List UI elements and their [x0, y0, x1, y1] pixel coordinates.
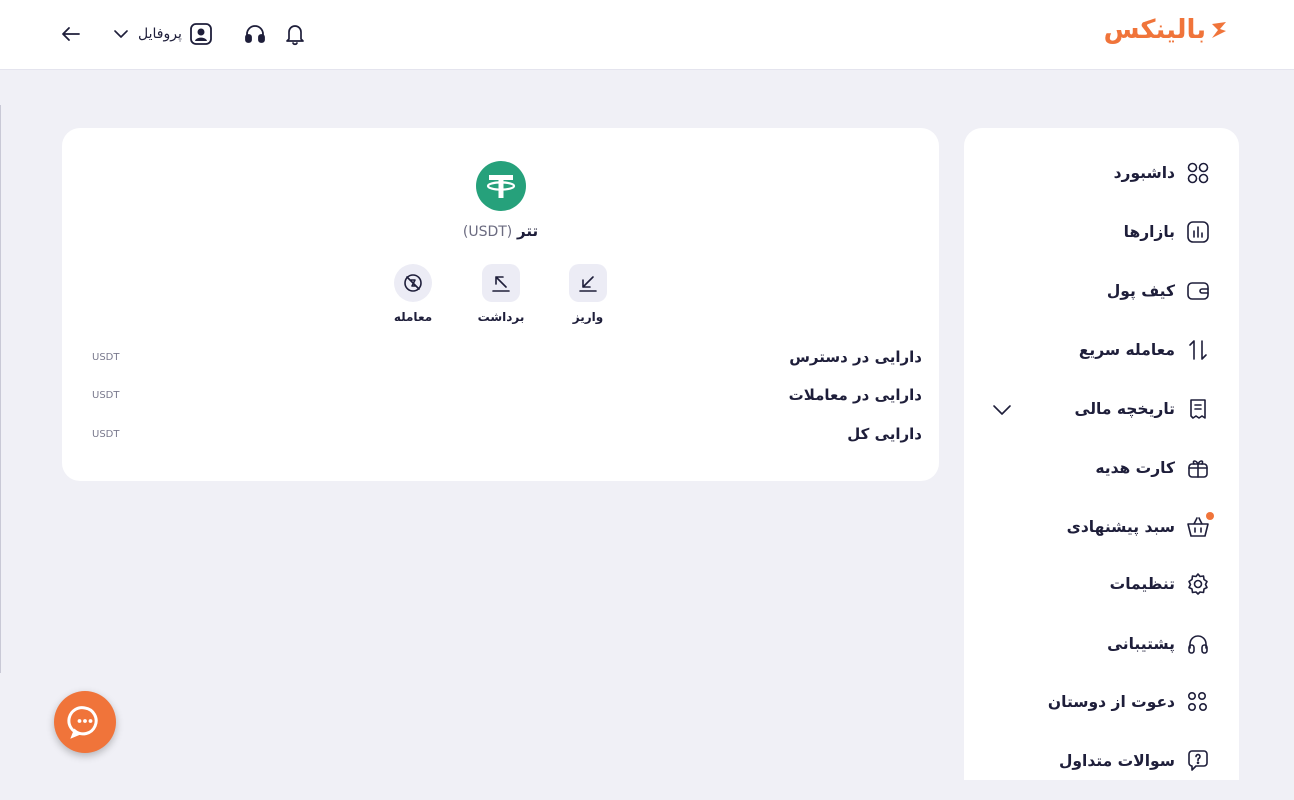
sidebar-item-faq[interactable]: سوالات متداول — [991, 746, 1211, 776]
user-icon — [189, 23, 212, 45]
deposit-label: واریز — [572, 310, 604, 324]
asset-symbol: (USDT) — [462, 224, 513, 240]
page-edge-divider — [0, 105, 1, 673]
bell-icon — [285, 25, 304, 46]
history-icon — [1185, 396, 1211, 422]
balance-row-in-orders: USDT دارایی در معاملات — [92, 385, 922, 405]
balance-row-total: USDT دارایی کل — [92, 424, 922, 444]
sidebar-item-suggested-basket[interactable]: سبد پیشنهادی — [991, 512, 1214, 542]
sidebar-item-label: سوالات متداول — [1058, 752, 1175, 770]
asset-name: تتر — [517, 222, 539, 240]
logo-mark-icon — [1212, 22, 1226, 38]
gift-icon — [1185, 455, 1211, 481]
chat-button[interactable] — [54, 691, 116, 753]
notifications-button[interactable] — [282, 21, 308, 47]
sidebar-item-history[interactable]: تاریخچه مالی — [991, 394, 1211, 424]
wallet-icon — [1185, 278, 1211, 304]
brand-logo[interactable]: بالینکس — [1104, 12, 1228, 48]
deposit-arrow-icon — [579, 276, 597, 292]
sidebar-item-support[interactable]: پشتیبانی — [991, 629, 1211, 659]
balance-unit: USDT — [92, 428, 120, 440]
basket-icon — [1185, 512, 1214, 540]
chevron-down-icon[interactable] — [991, 399, 1013, 421]
sidebar-item-settings[interactable]: تنظیمات — [991, 569, 1211, 599]
sidebar-item-gift-card[interactable]: کارت هدیه — [991, 453, 1211, 483]
chat-bubble-icon — [67, 706, 98, 739]
deposit-button[interactable]: واریز — [558, 264, 618, 324]
balance-row-available: USDT دارایی در دسترس — [92, 347, 922, 367]
support-button[interactable] — [242, 21, 268, 47]
trade-icon-wrap — [394, 264, 432, 302]
sidebar-item-dashboard[interactable]: داشبورد — [991, 158, 1211, 188]
invite-icon — [1185, 689, 1211, 715]
settings-icon — [1185, 571, 1211, 597]
balance-label: دارایی در دسترس — [789, 348, 922, 366]
tether-icon — [476, 161, 526, 211]
chevron-down-icon — [114, 30, 128, 38]
sidebar-item-label: تاریخچه مالی — [1074, 400, 1175, 418]
sidebar-item-wallet[interactable]: کیف پول — [991, 276, 1211, 306]
sidebar-item-label: معامله سریع — [1078, 341, 1175, 359]
sidebar-item-quick-trade[interactable]: معامله سریع — [991, 335, 1211, 365]
top-header: بالینکس پروفایل — [0, 0, 1294, 70]
headset-icon — [1185, 631, 1211, 657]
balance-unit: USDT — [92, 351, 120, 363]
sidebar-item-label: پشتیبانی — [1107, 635, 1175, 653]
back-arrow-icon — [62, 27, 80, 41]
trade-icon — [404, 274, 422, 292]
sidebar-item-label: بازارها — [1123, 223, 1175, 241]
sidebar-item-label: کیف پول — [1106, 282, 1175, 300]
trade-button[interactable]: معامله — [383, 264, 443, 324]
profile-label: پروفایل — [138, 26, 182, 42]
brand-name: بالینکس — [1103, 15, 1207, 45]
withdraw-button[interactable]: برداشت — [471, 264, 531, 324]
asset-actions: واریز برداشت معامله — [62, 264, 939, 334]
asset-card: تتر (USDT) واریز برداشت معامله USDT دارا… — [62, 128, 939, 481]
trade-label: معامله — [393, 310, 433, 324]
withdraw-arrow-icon — [492, 276, 510, 292]
sidebar-item-label: سبد پیشنهادی — [1066, 518, 1175, 536]
asset-title: تتر (USDT) — [62, 222, 939, 240]
withdraw-icon-wrap — [482, 264, 520, 302]
sidebar-item-label: دعوت از دوستان — [1047, 693, 1175, 711]
balance-unit: USDT — [92, 389, 120, 401]
profile-menu-button[interactable]: پروفایل — [112, 23, 212, 45]
swap-icon — [1185, 337, 1211, 363]
headset-icon — [244, 25, 265, 43]
notification-dot — [1206, 512, 1214, 520]
dashboard-icon — [1185, 160, 1211, 186]
sidebar-item-invite-friends[interactable]: دعوت از دوستان — [991, 687, 1211, 717]
sidebar-item-label: کارت هدیه — [1095, 459, 1175, 477]
header-actions: پروفایل — [58, 18, 308, 50]
sidebar-item-label: تنظیمات — [1109, 575, 1175, 593]
sidebar-nav: داشبورد بازارها کیف پول معامله سریع تاری… — [964, 128, 1239, 780]
faq-icon — [1185, 748, 1211, 774]
sidebar-item-label: داشبورد — [1113, 164, 1175, 182]
deposit-icon-wrap — [569, 264, 607, 302]
markets-icon — [1185, 219, 1211, 245]
withdraw-label: برداشت — [477, 310, 525, 324]
balance-label: دارایی کل — [847, 425, 922, 443]
balance-label: دارایی در معاملات — [788, 386, 922, 404]
sidebar-item-markets[interactable]: بازارها — [991, 217, 1211, 247]
back-button[interactable] — [58, 21, 84, 47]
